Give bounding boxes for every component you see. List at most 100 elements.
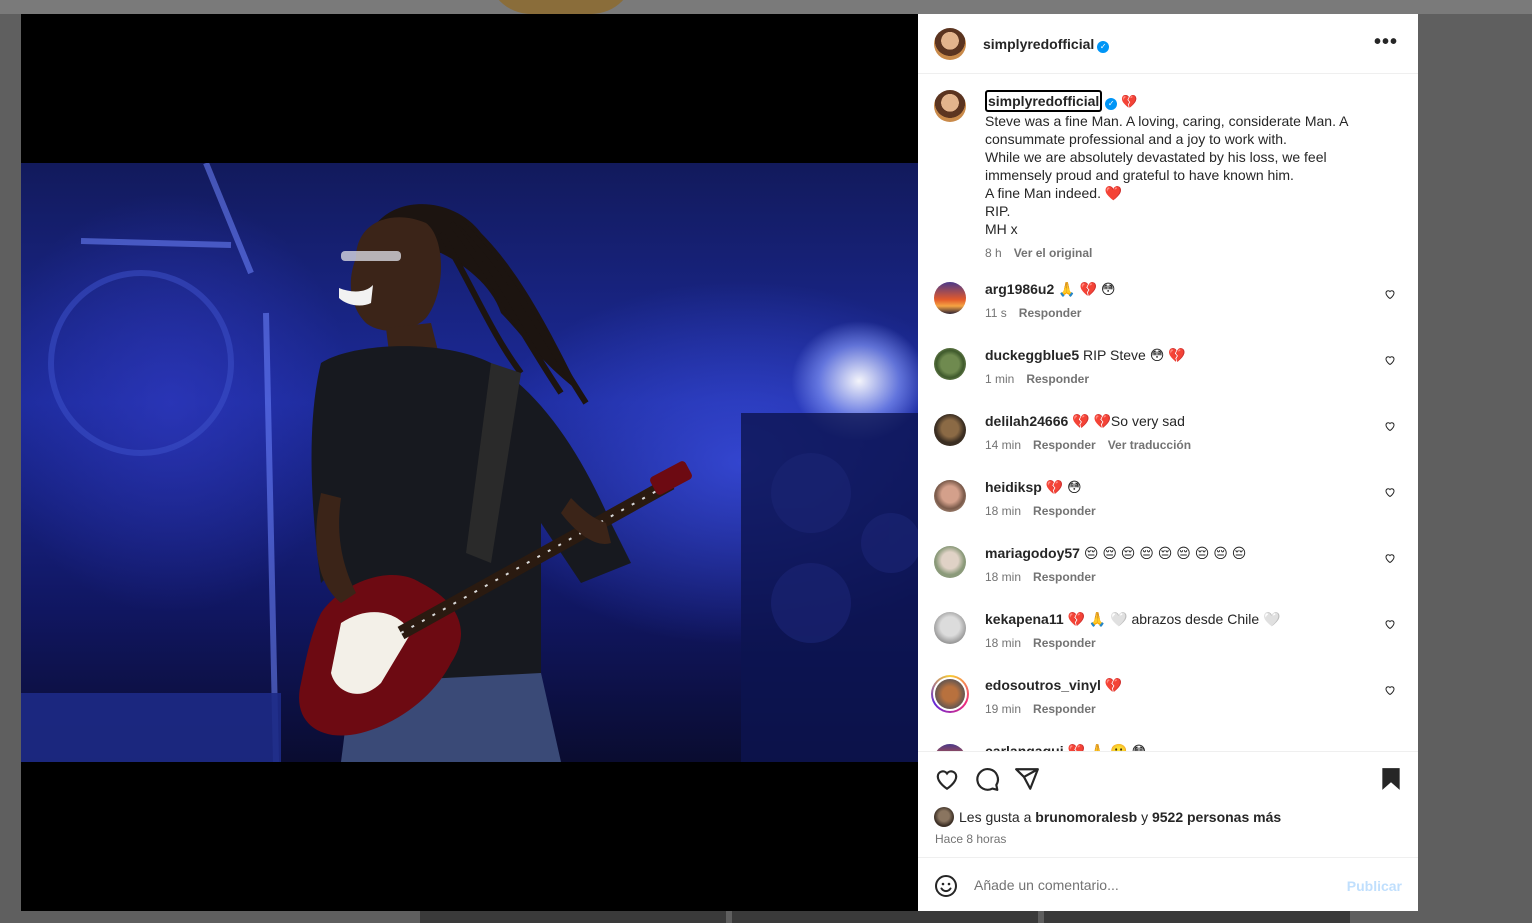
reply-link[interactable]: Responder: [1033, 636, 1096, 650]
comment-meta: 1 min Responder: [985, 372, 1101, 386]
comment-heart-icon[interactable]: [1384, 288, 1396, 300]
author-name-wrap: simplyredofficial ✓: [983, 36, 1110, 54]
share-icon[interactable]: [1014, 766, 1040, 792]
comment-text: 💔 🙏 🙁 😳: [1067, 743, 1147, 751]
comment-avatar[interactable]: [934, 414, 966, 446]
liker-avatar[interactable]: [934, 807, 954, 827]
comment-username[interactable]: duckeggblue5: [985, 347, 1079, 363]
caption-line: While we are absolutely devastated by hi…: [985, 149, 1327, 183]
reply-link[interactable]: Responder: [1033, 702, 1096, 716]
reply-link[interactable]: Responder: [1033, 438, 1096, 452]
caption-line: Steve was a fine Man. A loving, caring, …: [985, 113, 1348, 147]
comment-heart-icon[interactable]: [1384, 354, 1396, 366]
post-time: Hace 8 horas: [935, 832, 1007, 846]
heart-icon[interactable]: [934, 766, 960, 792]
comment-heart-icon[interactable]: [1384, 684, 1396, 696]
comment-avatar[interactable]: [934, 612, 966, 644]
comment-heart-icon[interactable]: [1384, 552, 1396, 564]
reply-link[interactable]: Responder: [1026, 372, 1089, 386]
caption-meta: 8 h Ver el original: [985, 244, 1395, 262]
comment-item: duckeggblue5 RIP Steve 😳 💔 1 min Responde…: [934, 346, 1404, 396]
bookmark-icon[interactable]: [1378, 766, 1404, 792]
post-media[interactable]: [21, 14, 918, 911]
comment-composer: Publicar: [918, 857, 1418, 911]
reply-link[interactable]: Responder: [1033, 504, 1096, 518]
comment-text: 💔 🙏 🤍 abrazos desde Chile 🤍: [1067, 611, 1281, 627]
comment-body: carlangagui 💔 🙏 🙁 😳: [985, 742, 1365, 751]
comment-avatar[interactable]: [934, 744, 966, 751]
post-photo: [21, 163, 918, 762]
likes-prefix: Les gusta a: [959, 809, 1032, 825]
caption-username[interactable]: simplyredofficial: [985, 90, 1103, 112]
comment-avatar-story[interactable]: [931, 675, 969, 713]
comment-username[interactable]: carlangagui: [985, 743, 1064, 751]
caption-line: A fine Man indeed. ❤️: [985, 185, 1123, 201]
likes-summary: Les gusta a brunomoralesb y 9522 persona…: [934, 807, 1281, 827]
comment-avatar[interactable]: [934, 282, 966, 314]
comment-body: edosoutros_vinyl 💔: [985, 676, 1365, 694]
comment-username[interactable]: kekapena11: [985, 611, 1064, 627]
comment-text: 💔 😳: [1045, 479, 1082, 495]
comment-heart-icon[interactable]: [1384, 420, 1396, 432]
comment-meta: 14 min Responder Ver traducción: [985, 438, 1203, 452]
broken-heart-emoji: 💔: [1121, 94, 1138, 109]
caption-line: RIP.: [985, 203, 1011, 219]
comment-username[interactable]: mariagodoy57: [985, 545, 1080, 561]
comment-body: heidiksp 💔 😳: [985, 478, 1365, 496]
author-avatar[interactable]: [934, 28, 966, 60]
see-original-link[interactable]: Ver el original: [1014, 246, 1093, 260]
caption-text: simplyredofficial ✓ 💔 Steve was a fine Ma…: [985, 90, 1395, 262]
comment-avatar[interactable]: [934, 348, 966, 380]
comment-item: carlangagui 💔 🙏 🙁 😳: [934, 742, 1404, 751]
comment-heart-icon[interactable]: [1384, 618, 1396, 630]
comment-username[interactable]: arg1986u2: [985, 281, 1054, 297]
comment-avatar[interactable]: [934, 546, 966, 578]
comment-text: RIP Steve 😳 💔: [1083, 347, 1186, 363]
reply-link[interactable]: Responder: [1033, 570, 1096, 584]
smile-icon[interactable]: [934, 874, 958, 898]
comment-username[interactable]: heidiksp: [985, 479, 1042, 495]
comment-text: 😔 😔 😔 😔 😔 😔 😔 😔 😔: [1083, 545, 1247, 561]
comment-text: 💔 💔So very sad: [1072, 413, 1185, 429]
background-avatar: [487, 0, 635, 14]
bassist-illustration: [21, 163, 918, 762]
more-icon[interactable]: •••: [1374, 32, 1398, 52]
author-username[interactable]: simplyredofficial: [983, 36, 1094, 52]
comment-avatar[interactable]: [934, 480, 966, 512]
post-header: simplyredofficial ✓ •••: [918, 14, 1418, 74]
comment-icon[interactable]: [974, 766, 1000, 792]
comment-body: kekapena11 💔 🙏 🤍 abrazos desde Chile 🤍: [985, 610, 1365, 628]
comment-username[interactable]: delilah24666: [985, 413, 1068, 429]
comment-input[interactable]: [974, 870, 1334, 900]
comment-meta: 11 s Responder: [985, 306, 1093, 320]
comment-heart-icon[interactable]: [1384, 486, 1396, 498]
caption-line: MH x: [985, 221, 1018, 237]
comment-item: edosoutros_vinyl 💔 19 min Responder: [931, 675, 1404, 726]
comment-body: arg1986u2 🙏 💔 😳: [985, 280, 1365, 298]
comment-meta: 18 min Responder: [985, 504, 1108, 518]
comment-time: 18 min: [985, 636, 1022, 650]
caption-avatar[interactable]: [934, 90, 966, 122]
comments-scroll[interactable]: simplyredofficial ✓ 💔 Steve was a fine Ma…: [918, 74, 1418, 751]
comment-item: kekapena11 💔 🙏 🤍 abrazos desde Chile 🤍 1…: [934, 610, 1404, 660]
comment-item: mariagodoy57 😔 😔 😔 😔 😔 😔 😔 😔 😔 18 min Res…: [934, 544, 1404, 594]
comment-item: heidiksp 💔 😳 18 min Responder: [934, 478, 1404, 528]
reply-link[interactable]: Responder: [1019, 306, 1082, 320]
comment-body: mariagodoy57 😔 😔 😔 😔 😔 😔 😔 😔 😔: [985, 544, 1365, 562]
post-actions: Les gusta a brunomoralesb y 9522 persona…: [918, 751, 1418, 857]
post-comment-button[interactable]: Publicar: [1347, 878, 1402, 894]
comment-meta: 18 min Responder: [985, 636, 1108, 650]
comment-item: arg1986u2 🙏 💔 😳 11 s Responder: [934, 280, 1404, 330]
background-thumbnails: [420, 911, 1350, 923]
comment-body: delilah24666 💔 💔So very sad: [985, 412, 1365, 430]
comment-time: 11 s: [985, 306, 1007, 320]
comment-time: 1 min: [985, 372, 1015, 386]
comment-text: 🙏 💔 😳: [1058, 281, 1116, 297]
likes-others-link[interactable]: 9522 personas más: [1152, 809, 1281, 825]
comment-time: 19 min: [985, 702, 1022, 716]
comment-meta: 19 min Responder: [985, 702, 1108, 716]
comment-username[interactable]: edosoutros_vinyl: [985, 677, 1101, 693]
see-translation-link[interactable]: Ver traducción: [1108, 438, 1191, 452]
comment-text: 💔: [1104, 677, 1123, 693]
liker-username[interactable]: brunomoralesb: [1035, 809, 1137, 825]
